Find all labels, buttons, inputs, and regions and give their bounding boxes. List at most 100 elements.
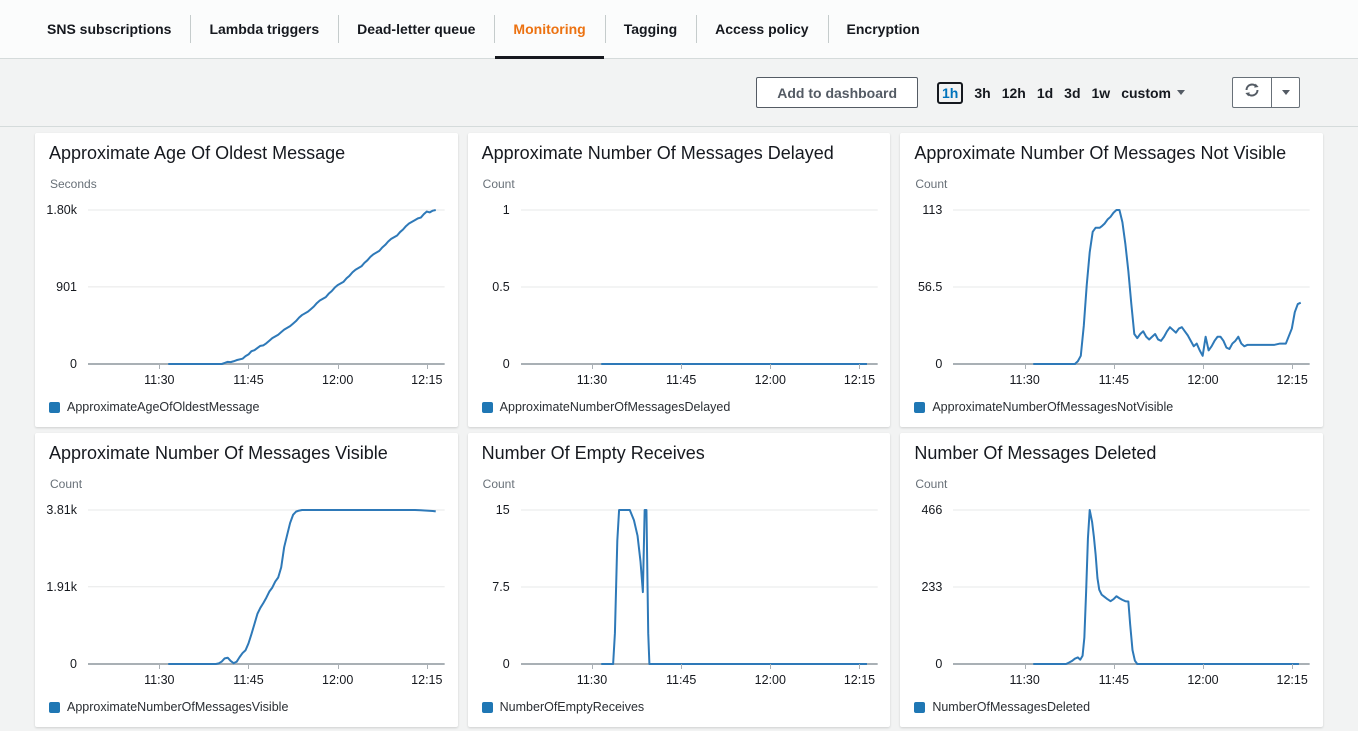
- x-tick-label: 12:00: [1187, 373, 1218, 387]
- chart-unit-label: Count: [483, 177, 878, 191]
- y-tick-label: 7.5: [492, 580, 509, 594]
- x-tick-mark: [1203, 364, 1204, 369]
- x-tick-label: 12:00: [322, 373, 353, 387]
- x-tick-mark: [1025, 364, 1026, 369]
- chart-unit-label: Seconds: [50, 177, 445, 191]
- x-tick-mark: [1025, 664, 1026, 669]
- x-tick-label: 11:30: [577, 373, 607, 387]
- chart-legend: NumberOfMessagesDeleted: [913, 700, 1310, 714]
- y-tick-label: 0: [70, 357, 77, 371]
- tab-encryption[interactable]: Encryption: [828, 0, 939, 58]
- y-tick-label: 1: [503, 203, 510, 217]
- x-tick-label: 11:30: [144, 373, 174, 387]
- chart-title: Approximate Number Of Messages Delayed: [481, 142, 878, 165]
- chart-legend: ApproximateNumberOfMessagesDelayed: [481, 400, 878, 414]
- tab-dead-letter-queue[interactable]: Dead-letter queue: [338, 0, 494, 58]
- time-range-12h[interactable]: 12h: [1002, 84, 1026, 102]
- legend-series-label: NumberOfMessagesDeleted: [932, 700, 1090, 714]
- chart-unit-label: Count: [50, 477, 445, 491]
- legend-series-label: ApproximateNumberOfMessagesDelayed: [500, 400, 731, 414]
- chart-unit-label: Count: [915, 477, 1310, 491]
- x-tick-label: 11:30: [577, 673, 607, 687]
- legend-marker-icon: [482, 702, 493, 713]
- time-range-1w[interactable]: 1w: [1092, 84, 1111, 102]
- add-to-dashboard-button[interactable]: Add to dashboard: [756, 77, 918, 108]
- y-tick-label: 0: [935, 357, 942, 371]
- x-tick-mark: [770, 664, 771, 669]
- x-tick-mark: [859, 364, 860, 369]
- y-tick-label: 1.91k: [46, 580, 77, 594]
- refresh-options-button[interactable]: [1272, 77, 1300, 108]
- chart-plot-area[interactable]: 1.80k901011:3011:4512:0012:15: [88, 210, 445, 364]
- chart-plot-area[interactable]: 10.5011:3011:4512:0012:15: [521, 210, 878, 364]
- x-tick-label: 11:45: [666, 673, 696, 687]
- chevron-down-icon: [1177, 90, 1185, 95]
- x-tick-mark: [159, 664, 160, 669]
- time-range-3h[interactable]: 3h: [974, 84, 990, 102]
- x-tick-label: 12:15: [844, 673, 875, 687]
- chart-canvas: [521, 510, 878, 664]
- legend-marker-icon: [482, 402, 493, 413]
- x-tick-mark: [592, 664, 593, 669]
- tab-access-policy[interactable]: Access policy: [696, 0, 827, 58]
- chart-card-approximate-age-of-oldest-message: Approximate Age Of Oldest Message Second…: [35, 133, 458, 427]
- time-range-custom[interactable]: custom: [1121, 84, 1185, 102]
- x-tick-label: 12:00: [1187, 673, 1218, 687]
- chart-title: Approximate Age Of Oldest Message: [48, 142, 445, 165]
- chart-unit-label: Count: [483, 477, 878, 491]
- legend-series-label: ApproximateNumberOfMessagesVisible: [67, 700, 288, 714]
- legend-marker-icon: [49, 702, 60, 713]
- legend-marker-icon: [914, 702, 925, 713]
- tab-sns-subscriptions[interactable]: SNS subscriptions: [28, 0, 190, 58]
- x-tick-mark: [159, 364, 160, 369]
- chart-legend: ApproximateNumberOfMessagesVisible: [48, 700, 445, 714]
- refresh-split-button: [1232, 77, 1300, 108]
- chart-plot-area[interactable]: 3.81k1.91k011:3011:4512:0012:15: [88, 510, 445, 664]
- x-tick-mark: [1114, 364, 1115, 369]
- chevron-down-icon: [1282, 90, 1290, 95]
- x-tick-mark: [338, 364, 339, 369]
- time-range-3d[interactable]: 3d: [1064, 84, 1080, 102]
- time-range-1d[interactable]: 1d: [1037, 84, 1053, 102]
- y-tick-label: 901: [56, 280, 77, 294]
- tab-monitoring[interactable]: Monitoring: [494, 0, 604, 58]
- chart-title: Approximate Number Of Messages Not Visib…: [913, 142, 1310, 165]
- chart-unit-label: Count: [915, 177, 1310, 191]
- time-range-1h[interactable]: 1h: [937, 82, 963, 104]
- x-tick-label: 12:15: [411, 673, 442, 687]
- refresh-button[interactable]: [1232, 77, 1272, 108]
- x-tick-label: 11:45: [1099, 373, 1129, 387]
- chart-card-approximate-number-of-messages-visible: Approximate Number Of Messages Visible C…: [35, 433, 458, 727]
- tab-label: Monitoring: [513, 21, 585, 37]
- chart-plot-area[interactable]: 157.5011:3011:4512:0012:15: [521, 510, 878, 664]
- tab-label: Lambda triggers: [209, 21, 319, 37]
- x-tick-mark: [592, 364, 593, 369]
- y-tick-label: 113: [922, 203, 942, 217]
- tab-label: Access policy: [715, 21, 808, 37]
- x-tick-label: 12:15: [411, 373, 442, 387]
- monitoring-toolbar: Add to dashboard 1h 3h 12h 1d 3d 1w cust…: [0, 59, 1358, 127]
- tab-lambda-triggers[interactable]: Lambda triggers: [190, 0, 338, 58]
- tab-label: Encryption: [847, 21, 920, 37]
- x-tick-label: 11:45: [233, 673, 263, 687]
- chart-canvas: [953, 210, 1310, 364]
- chart-plot-area[interactable]: 466233011:3011:4512:0012:15: [953, 510, 1310, 664]
- x-tick-mark: [1292, 364, 1293, 369]
- chart-canvas: [521, 210, 878, 364]
- legend-series-label: NumberOfEmptyReceives: [500, 700, 645, 714]
- tab-tagging[interactable]: Tagging: [605, 0, 696, 58]
- x-tick-mark: [859, 664, 860, 669]
- chart-legend: ApproximateNumberOfMessagesNotVisible: [913, 400, 1310, 414]
- x-tick-mark: [681, 364, 682, 369]
- x-tick-mark: [1203, 664, 1204, 669]
- x-tick-mark: [338, 664, 339, 669]
- x-tick-mark: [427, 664, 428, 669]
- chart-title: Number Of Messages Deleted: [913, 442, 1310, 465]
- x-tick-label: 12:15: [1277, 673, 1308, 687]
- y-tick-label: 56.5: [918, 280, 942, 294]
- chart-canvas: [88, 510, 445, 664]
- chart-legend: ApproximateAgeOfOldestMessage: [48, 400, 445, 414]
- x-tick-label: 11:45: [1099, 673, 1129, 687]
- metric-charts-grid: Approximate Age Of Oldest Message Second…: [0, 127, 1358, 727]
- chart-plot-area[interactable]: 11356.5011:3011:4512:0012:15: [953, 210, 1310, 364]
